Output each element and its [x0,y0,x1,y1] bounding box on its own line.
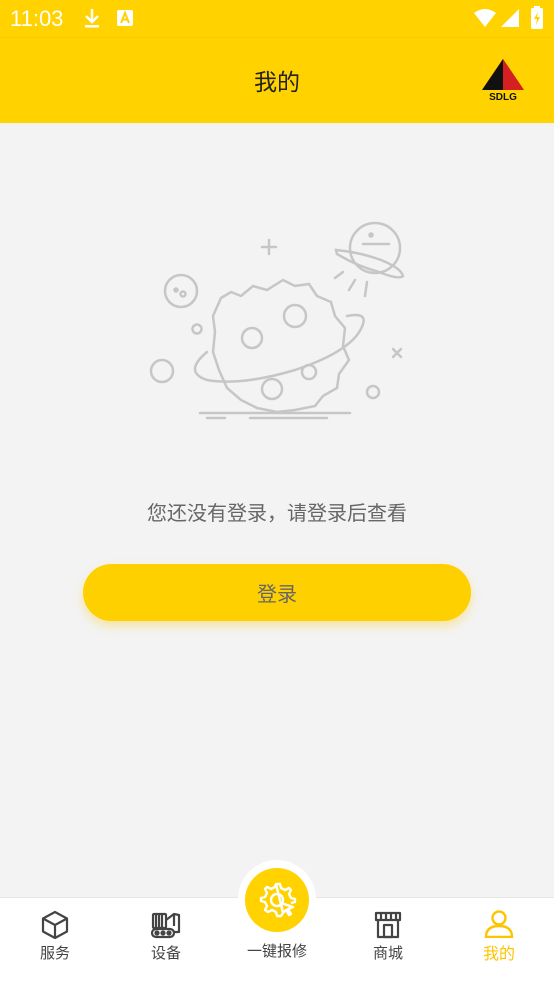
nav-label-mine: 我的 [482,944,515,963]
app-header: 我的 SDLG [0,37,554,123]
wifi-icon [474,9,496,27]
empty-state-message: 您还没有登录，请登录后查看 [147,501,407,525]
nav-item-service[interactable]: 服务 [0,898,110,984]
battery-icon [531,6,543,29]
sdlg-logo: SDLG [482,59,524,102]
nav-label-repair[interactable]: 一键报修 [222,940,332,961]
nav-label-store: 商城 [372,944,403,962]
nav-item-equipment[interactable]: 设备 [111,898,221,984]
nav-item-mine[interactable]: 我的 [444,898,554,984]
download-icon [85,9,99,28]
nav-item-store[interactable]: 商城 [333,898,443,984]
store-icon [374,911,402,939]
status-time: 11:03 [10,6,64,31]
status-bar: 11:03 [0,0,554,37]
user-icon [484,910,514,938]
logo-text: SDLG [489,92,517,102]
nav-label-equipment: 设备 [150,944,181,962]
cube-icon [41,910,69,940]
nav-label-service: 服务 [39,944,70,962]
login-button[interactable]: 登录 [83,564,471,621]
page-title: 我的 [254,70,300,96]
signal-icon [501,9,519,27]
one-click-repair-button[interactable] [245,868,309,932]
a-badge-icon [117,10,133,26]
planet-illustration [149,221,405,420]
gear-cursor-icon [259,882,297,918]
excavator-icon [150,912,181,939]
